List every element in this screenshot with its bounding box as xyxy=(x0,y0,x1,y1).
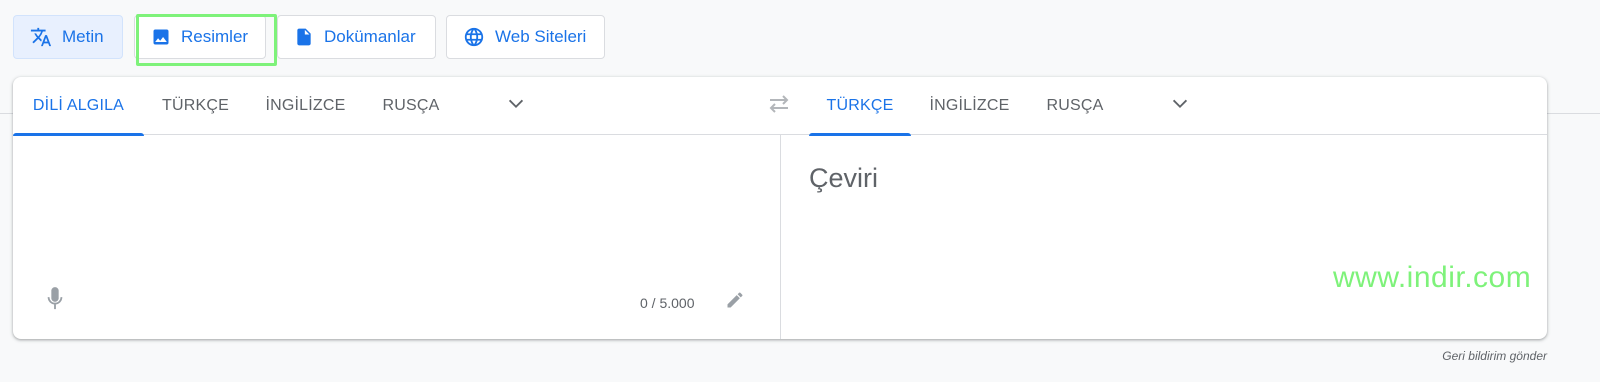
source-text-area[interactable] xyxy=(13,135,780,275)
chevron-down-icon xyxy=(505,93,527,120)
microphone-icon xyxy=(44,286,66,317)
pencil-icon xyxy=(725,290,745,315)
handwriting-button[interactable] xyxy=(723,290,747,314)
character-counter: 0 / 5.000 xyxy=(640,295,695,311)
tab-source-english-label: İNGİLİZCE xyxy=(265,97,346,114)
tab-target-english[interactable]: İNGİLİZCE xyxy=(911,77,1028,135)
send-feedback-link[interactable]: Geri bildirim gönder xyxy=(1442,349,1547,363)
tab-source-russian[interactable]: RUSÇA xyxy=(364,77,458,135)
swap-icon xyxy=(766,93,792,120)
images-mode-button[interactable]: Resimler xyxy=(134,15,266,59)
tab-target-turkish-label: TÜRKÇE xyxy=(826,97,894,114)
pane-divider xyxy=(780,135,781,339)
tab-detect-language[interactable]: DİLİ ALGILA xyxy=(13,77,144,136)
text-mode-button[interactable]: Metin xyxy=(13,15,123,59)
tab-target-russian-label: RUSÇA xyxy=(1046,97,1104,114)
globe-icon xyxy=(463,26,485,48)
translation-output: Çeviri xyxy=(809,163,879,193)
documents-mode-button[interactable]: Dokümanlar xyxy=(277,15,436,59)
source-language-dropdown[interactable] xyxy=(502,92,530,120)
translate-icon xyxy=(30,26,52,48)
images-mode-label: Resimler xyxy=(181,27,249,46)
watermark: www.indir.com xyxy=(1333,261,1532,294)
websites-mode-label: Web Siteleri xyxy=(495,27,587,46)
tab-source-turkish-label: TÜRKÇE xyxy=(162,97,229,114)
image-icon xyxy=(151,27,171,47)
target-language-dropdown[interactable] xyxy=(1166,92,1194,120)
chevron-down-icon xyxy=(1169,93,1191,120)
swap-languages-button[interactable] xyxy=(764,92,794,120)
tab-target-turkish[interactable]: TÜRKÇE xyxy=(809,77,911,136)
translation-card: DİLİ ALGILA TÜRKÇE İNGİLİZCE RUSÇA TÜRKÇ… xyxy=(13,77,1547,339)
documents-mode-label: Dokümanlar xyxy=(324,27,416,46)
text-mode-label: Metin xyxy=(62,27,104,46)
voice-input-button[interactable] xyxy=(41,286,69,317)
tab-source-russian-label: RUSÇA xyxy=(382,97,440,114)
tab-target-russian[interactable]: RUSÇA xyxy=(1028,77,1122,135)
tab-detect-language-label: DİLİ ALGILA xyxy=(32,97,125,114)
tab-source-turkish[interactable]: TÜRKÇE xyxy=(144,77,247,135)
websites-mode-button[interactable]: Web Siteleri xyxy=(446,15,605,59)
tab-source-english[interactable]: İNGİLİZCE xyxy=(247,77,364,135)
tab-target-english-label: İNGİLİZCE xyxy=(929,97,1010,114)
document-icon xyxy=(294,26,314,48)
language-bar: DİLİ ALGILA TÜRKÇE İNGİLİZCE RUSÇA TÜRKÇ… xyxy=(13,77,1547,136)
